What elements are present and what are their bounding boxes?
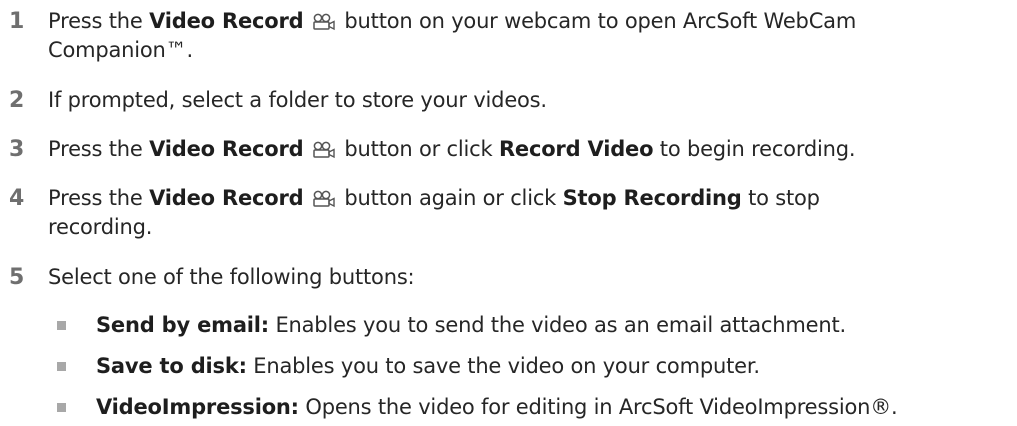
stop-recording-label: Stop Recording: [562, 186, 742, 210]
step-text: Press the Video Record button on your we…: [48, 9, 857, 62]
step-text: Press the Video Record button again or c…: [48, 186, 820, 239]
step-number: 1: [9, 9, 25, 34]
step-text: If prompted, select a folder to store yo…: [48, 88, 547, 112]
square-bullet-icon: [57, 403, 66, 412]
step-number: 5: [9, 265, 25, 290]
video-camera-icon: [313, 13, 335, 31]
record-video-label: Record Video: [498, 137, 654, 161]
step-text: Press the Video Record button or click R…: [48, 137, 856, 161]
step-number: 4: [9, 186, 25, 211]
step-text: Select one of the following buttons:: [48, 265, 415, 289]
square-bullet-icon: [57, 321, 66, 330]
square-bullet-icon: [57, 362, 66, 371]
step-number: 3: [9, 137, 25, 162]
video-record-label: Video Record: [149, 9, 304, 33]
video-camera-icon: [313, 190, 335, 208]
video-record-label: Video Record: [149, 137, 304, 161]
step-number: 2: [9, 88, 25, 113]
video-camera-icon: [313, 141, 335, 159]
video-record-label: Video Record: [149, 186, 304, 210]
